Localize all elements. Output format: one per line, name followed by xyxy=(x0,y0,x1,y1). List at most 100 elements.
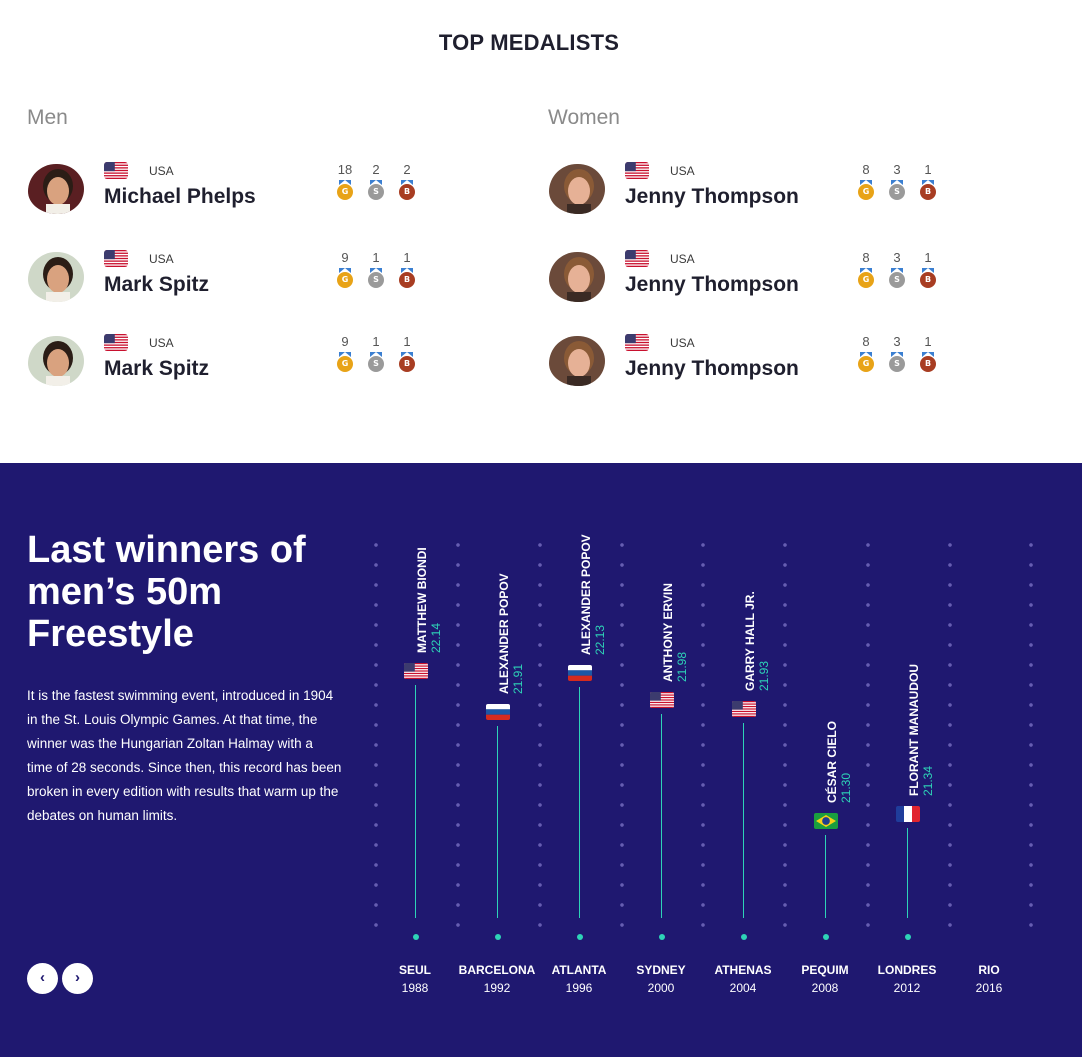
winner-stem xyxy=(415,685,416,918)
edition-year: 1992 xyxy=(483,981,511,995)
silver-medal-icon: S xyxy=(367,352,385,372)
athlete-name: Jenny Thompson xyxy=(625,185,799,208)
athlete-name: Michael Phelps xyxy=(104,185,256,208)
winner-stem xyxy=(825,835,826,918)
silver-medal: 2 S xyxy=(366,162,386,200)
winner-name: FLORANT MANAUDOU xyxy=(907,664,921,796)
athlete-country: USA xyxy=(670,164,695,178)
men-column-label: Men xyxy=(27,106,68,129)
winners-description: It is the fastest swimming event, introd… xyxy=(27,688,342,823)
gold-medal-icon: G xyxy=(857,268,875,288)
athlete-name: Mark Spitz xyxy=(104,357,210,380)
edition-dot xyxy=(413,934,419,940)
bronze-medal-icon: B xyxy=(919,352,937,372)
silver-medal-letter: S xyxy=(368,272,384,288)
athlete-avatar xyxy=(28,252,84,302)
brazil-flag-icon xyxy=(814,813,838,829)
athlete-country: USA xyxy=(670,336,695,350)
gold-medal-icon: G xyxy=(857,352,875,372)
top-medalists-section: TOP MEDALISTS Men Women USA Michael Phel… xyxy=(0,0,1082,463)
edition-year: 2000 xyxy=(647,981,675,995)
winner-name: ALEXANDER POPOV xyxy=(579,534,593,655)
winner-name: CÉSAR CIELO xyxy=(825,720,839,803)
edition-dot xyxy=(823,934,829,940)
winner-name: ANTHONY ERVIN xyxy=(661,583,675,682)
medalist-row[interactable]: USA Michael Phelps 18 G 2 S 2 B xyxy=(28,160,428,220)
gold-medal-letter: G xyxy=(337,356,353,372)
medalist-row[interactable]: USA Jenny Thompson 8 G 3 S 1 B xyxy=(549,332,949,392)
winner-name: GARRY HALL JR. xyxy=(743,591,757,691)
next-button[interactable]: › xyxy=(62,963,93,994)
usa-flag-icon xyxy=(625,334,649,351)
bronze-medal-icon: B xyxy=(398,180,416,200)
silver-medal-icon: S xyxy=(888,180,906,200)
usa-flag-icon xyxy=(104,162,128,179)
grid-dot-column xyxy=(948,535,952,941)
medalist-row[interactable]: USA Mark Spitz 9 G 1 S 1 B xyxy=(28,248,428,308)
last-winners-section: Last winners of men’s 50m Freestyle It i… xyxy=(0,463,1082,1057)
silver-medal-count: 3 xyxy=(893,334,901,349)
silver-medal-count: 3 xyxy=(893,250,901,265)
bronze-medal-count: 1 xyxy=(924,162,932,177)
gold-medal-count: 8 xyxy=(862,334,870,349)
usa-flag-icon xyxy=(625,250,649,267)
gold-medal-count: 8 xyxy=(862,162,870,177)
bronze-medal-count: 1 xyxy=(403,334,411,349)
usa-flag-icon xyxy=(625,162,649,179)
gold-medal-icon: G xyxy=(336,268,354,288)
bronze-medal: 1 B xyxy=(918,162,938,200)
silver-medal-count: 1 xyxy=(372,334,380,349)
edition-city: RIO xyxy=(978,963,1000,977)
gold-medal-letter: G xyxy=(858,356,874,372)
grid-dot-column xyxy=(866,535,870,941)
silver-medal: 3 S xyxy=(887,250,907,288)
edition-city: BARCELONA xyxy=(458,963,536,977)
france-flag-icon xyxy=(896,806,920,822)
bronze-medal-letter: B xyxy=(399,184,415,200)
grid-dot-column xyxy=(456,535,460,941)
bronze-medal: 1 B xyxy=(397,250,417,288)
edition-dot xyxy=(577,934,583,940)
winner-name: ALEXANDER POPOV xyxy=(497,573,511,694)
athlete-avatar xyxy=(28,336,84,386)
silver-medal: 3 S xyxy=(887,162,907,200)
silver-medal: 3 S xyxy=(887,334,907,372)
silver-medal-letter: S xyxy=(368,184,384,200)
medalist-row[interactable]: USA Jenny Thompson 8 G 3 S 1 B xyxy=(549,248,949,308)
gold-medal: 8 G xyxy=(856,250,876,288)
athlete-country: USA xyxy=(149,336,174,350)
gold-medal-icon: G xyxy=(336,352,354,372)
medalist-row[interactable]: USA Mark Spitz 9 G 1 S 1 B xyxy=(28,332,428,392)
bronze-medal: 1 B xyxy=(918,250,938,288)
bronze-medal-count: 2 xyxy=(403,162,411,177)
bronze-medal: 2 B xyxy=(397,162,417,200)
gold-medal: 9 G xyxy=(335,250,355,288)
winner-stem xyxy=(743,723,744,918)
edition-dot xyxy=(741,934,747,940)
medalist-row[interactable]: USA Jenny Thompson 8 G 3 S 1 B xyxy=(549,160,949,220)
silver-medal-icon: S xyxy=(367,180,385,200)
winner-stem xyxy=(579,687,580,918)
usa-flag-icon xyxy=(650,692,674,708)
athlete-avatar xyxy=(549,336,605,386)
gold-medal-letter: G xyxy=(858,184,874,200)
gold-medal-icon: G xyxy=(857,180,875,200)
edition-year: 2012 xyxy=(893,981,921,995)
winner-stem xyxy=(907,828,908,918)
silver-medal-icon: S xyxy=(888,268,906,288)
gold-medal-letter: G xyxy=(858,272,874,288)
edition-dot xyxy=(495,934,501,940)
edition-city: ATLANTA xyxy=(551,963,607,977)
chevron-left-icon: ‹ xyxy=(40,969,45,986)
bronze-medal-count: 1 xyxy=(403,250,411,265)
athlete-country: USA xyxy=(149,252,174,266)
silver-medal-letter: S xyxy=(889,184,905,200)
prev-button[interactable]: ‹ xyxy=(27,963,58,994)
edition-dot xyxy=(905,934,911,940)
athlete-avatar xyxy=(549,252,605,302)
winner-time: 21.93 xyxy=(757,660,771,691)
silver-medal-letter: S xyxy=(368,356,384,372)
winner-time: 21.30 xyxy=(839,772,853,803)
edition-year: 2016 xyxy=(975,981,1003,995)
gold-medal-count: 18 xyxy=(337,162,353,177)
